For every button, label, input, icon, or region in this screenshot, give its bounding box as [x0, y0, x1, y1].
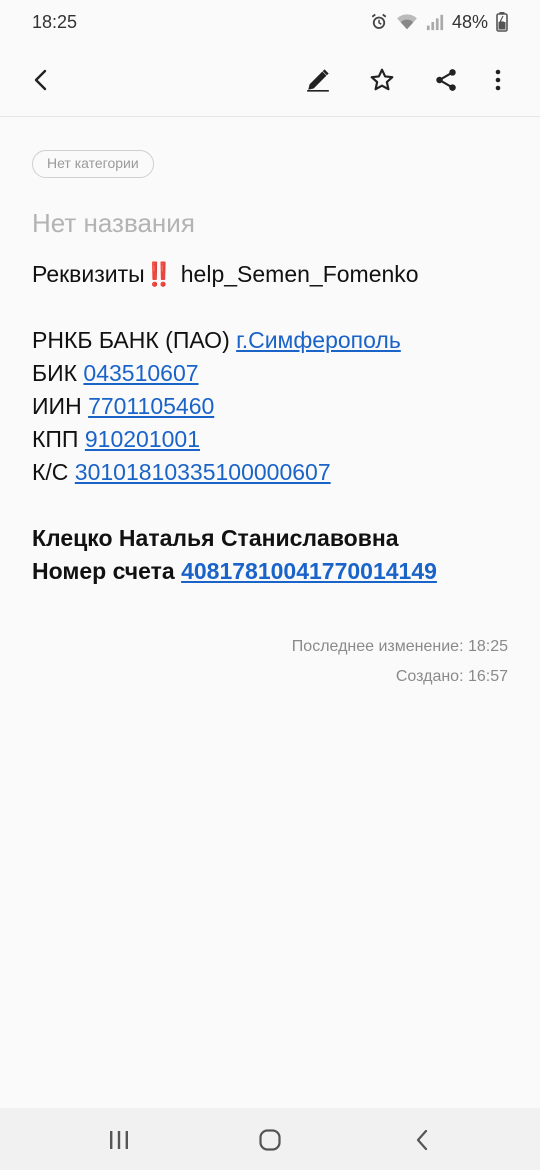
- share-icon: [436, 69, 456, 91]
- status-icons: 48%: [370, 12, 508, 33]
- inn-link[interactable]: 7701105460: [88, 393, 214, 419]
- kpp-link[interactable]: 910201001: [85, 426, 200, 452]
- bik-link[interactable]: 043510607: [83, 360, 198, 386]
- battery-charging-icon: [496, 12, 508, 32]
- toolbar-divider: [0, 116, 540, 117]
- wifi-icon: [396, 13, 418, 31]
- status-bar: 18:25 48%: [0, 0, 540, 44]
- share-button[interactable]: [424, 58, 468, 102]
- back-arrow-icon: [34, 69, 47, 91]
- note-line-inn: ИИН 7701105460: [32, 393, 215, 419]
- more-options-button[interactable]: [476, 58, 520, 102]
- note-line-bank: РНКБ БАНК (ПАО) г.Симферополь: [32, 327, 401, 353]
- battery-percent: 48%: [451, 11, 488, 32]
- back-button[interactable]: [20, 58, 64, 102]
- note-line-bik: БИК 043510607: [32, 360, 199, 386]
- note-line-account: Номер счета 40817810041770014149: [32, 558, 437, 584]
- note-body[interactable]: Реквизиты‼️ help_Semen_Fomenko РНКБ БАНК…: [32, 258, 512, 588]
- city-link[interactable]: г.Симферополь: [236, 327, 401, 353]
- note-title[interactable]: Нет названия: [32, 208, 195, 239]
- created-timestamp: Создано: 16:57: [395, 668, 508, 685]
- alarm-icon: [370, 13, 388, 31]
- note-line-ks: К/С 30101810335100000607: [32, 459, 331, 485]
- pencil-icon: [307, 69, 329, 92]
- category-chip[interactable]: Нет категории: [32, 150, 154, 178]
- toolbar: [0, 44, 540, 114]
- more-vertical-icon: [495, 69, 501, 91]
- note-line-kpp: КПП 910201001: [32, 426, 200, 452]
- status-time: 18:25: [32, 11, 78, 32]
- favorite-button[interactable]: [360, 58, 404, 102]
- recent-apps-icon: [110, 1131, 128, 1149]
- navigation-bar: [0, 1108, 540, 1170]
- star-icon: [370, 68, 394, 91]
- note-line-holder: Клецко Наталья Станиславовна: [32, 525, 399, 551]
- back-icon: [416, 1129, 428, 1151]
- home-button[interactable]: [248, 1120, 292, 1160]
- signal-icon: [426, 13, 444, 31]
- ks-link[interactable]: 30101810335100000607: [75, 459, 331, 485]
- home-icon: [259, 1129, 281, 1151]
- double-exclamation-icon: ‼️: [144, 261, 174, 287]
- recent-apps-button[interactable]: [97, 1120, 141, 1160]
- edit-button[interactable]: [296, 58, 340, 102]
- account-link[interactable]: 40817810041770014149: [181, 558, 437, 584]
- system-back-button[interactable]: [400, 1120, 444, 1160]
- note-line-header: Реквизиты‼️ help_Semen_Fomenko: [32, 261, 419, 287]
- modified-timestamp: Последнее изменение: 18:25: [291, 638, 508, 655]
